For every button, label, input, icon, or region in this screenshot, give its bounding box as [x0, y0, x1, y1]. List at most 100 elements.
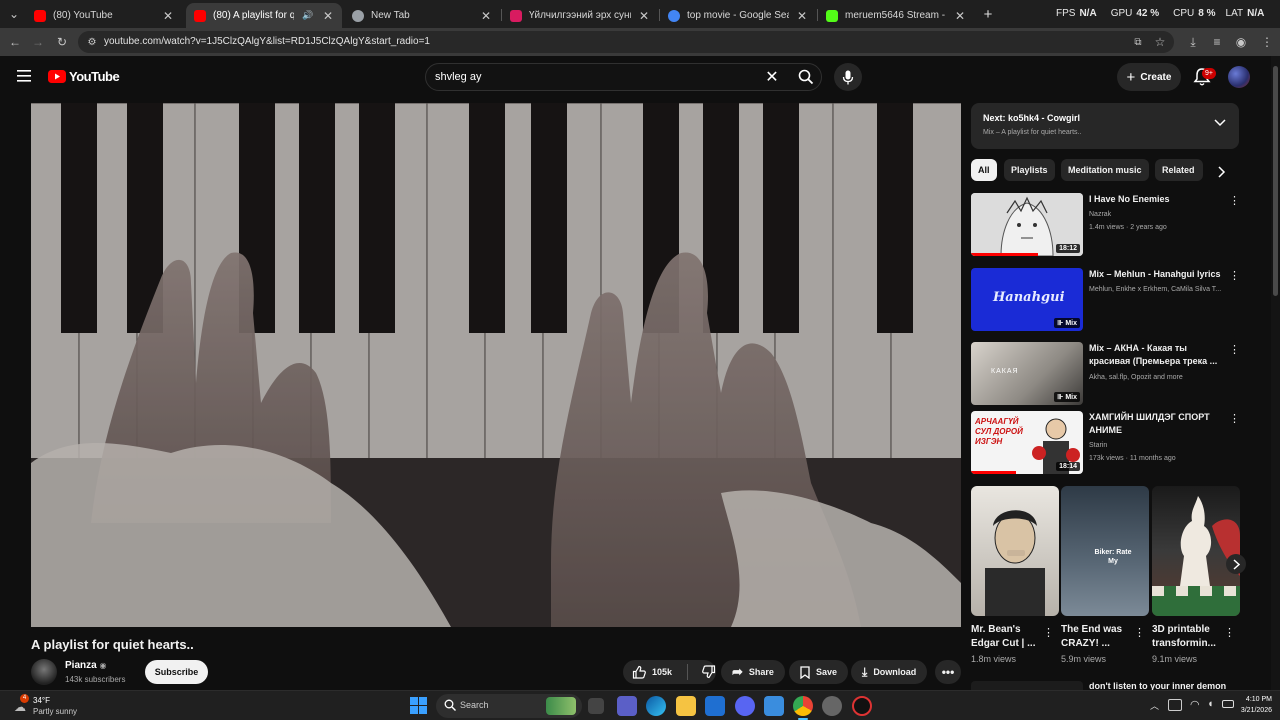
create-button[interactable]: + Create	[1117, 63, 1181, 91]
page-scrollbar[interactable]	[1271, 56, 1280, 690]
notepad-icon[interactable]	[764, 696, 784, 716]
partial-recommendation-thumbnail[interactable]	[971, 681, 1083, 690]
download-button[interactable]: ⤓ Download	[851, 660, 928, 684]
task-view-icon[interactable]	[588, 698, 604, 714]
subscribe-button[interactable]: Subscribe	[145, 660, 208, 684]
recommendation-item[interactable]: 18:12 I Have No Enemies Nazrak 1.4m view…	[971, 193, 1240, 258]
file-explorer-icon[interactable]	[676, 696, 696, 716]
more-vertical-icon[interactable]: ⋮	[1229, 196, 1240, 207]
tab-close-icon[interactable]: ✕	[480, 9, 492, 23]
search-input[interactable]: shvleg ay	[435, 71, 481, 83]
more-vertical-icon[interactable]: ⋮	[1229, 414, 1240, 425]
tab-search-icon[interactable]: ⌄	[6, 6, 22, 22]
more-vertical-icon[interactable]: ⋮	[1224, 626, 1235, 639]
shorts-next-arrow-button[interactable]	[1226, 554, 1246, 574]
video-thumbnail[interactable]: КАКАЯ ⊪ Mix	[971, 342, 1083, 405]
microsoft-store-icon[interactable]	[705, 696, 725, 716]
weather-widget[interactable]: 4 ☁ 34°F Partly sunny	[8, 694, 98, 718]
short-title[interactable]: The End was CRAZY! ...	[1061, 623, 1135, 651]
voice-search-button[interactable]	[834, 63, 862, 91]
youtube-logo[interactable]: YouTube	[48, 69, 120, 84]
browser-tab-google[interactable]: top movie - Google Search ✕	[660, 3, 816, 28]
downloads-icon[interactable]: ⤓	[1185, 34, 1201, 50]
start-button[interactable]	[410, 697, 428, 715]
scrollbar-thumb[interactable]	[1273, 66, 1278, 296]
wifi-icon[interactable]: ◠	[1190, 698, 1200, 711]
volume-icon[interactable]: ◖	[1207, 698, 1214, 710]
gpu-value: 42 %	[1136, 8, 1160, 19]
expand-chevron-icon[interactable]	[1214, 119, 1226, 127]
speaker-icon[interactable]: 🔊	[301, 10, 315, 21]
account-avatar[interactable]	[1228, 66, 1250, 88]
like-button[interactable]: 105k	[623, 665, 681, 679]
video-thumbnail[interactable]: АРЧААГҮЙ СУЛ ДОРОЙ ИЗГЭН 18:14	[971, 411, 1083, 474]
clear-search-icon[interactable]: ✕	[762, 68, 782, 88]
teams-icon[interactable]	[617, 696, 637, 716]
address-bar[interactable]: ⚙ youtube.com/watch?v=1J5ClzQAlgY&list=R…	[78, 31, 1174, 53]
tab-close-icon[interactable]: ✕	[954, 9, 966, 23]
forward-icon[interactable]: →	[30, 34, 46, 50]
settings-icon[interactable]	[822, 696, 842, 716]
browser-tab-playlist[interactable]: (80) A playlist for quiet hea 🔊 ✕	[186, 3, 342, 28]
chip-related[interactable]: Related	[1155, 159, 1203, 181]
reading-list-icon[interactable]: ≡	[1209, 34, 1225, 50]
site-info-icon[interactable]: ⚙	[84, 34, 100, 50]
taskbar-search-box[interactable]: Search	[436, 694, 582, 718]
bookmark-star-icon[interactable]: ☆	[1152, 34, 1168, 50]
dislike-button[interactable]	[694, 665, 716, 679]
video-player[interactable]	[31, 103, 961, 627]
tray-app-icon[interactable]	[1168, 699, 1182, 711]
chip-meditation-music[interactable]: Meditation music	[1061, 159, 1149, 181]
extension-icon[interactable]: ◉	[1233, 34, 1249, 50]
playlist-next-card[interactable]: Next: ko5hk4 - Cowgirl Mix – A playlist …	[971, 103, 1239, 149]
notification-count-badge: 9+	[1202, 68, 1216, 79]
app-icon[interactable]	[852, 696, 872, 716]
battery-icon[interactable]	[1222, 700, 1234, 708]
browser-tab-newtab[interactable]: New Tab ✕	[344, 3, 500, 28]
short-thumbnail[interactable]: Biker: Rate My	[1061, 486, 1149, 616]
discord-icon[interactable]	[735, 696, 755, 716]
more-vertical-icon[interactable]: ⋮	[1229, 271, 1240, 282]
tab-close-icon[interactable]: ✕	[162, 9, 174, 23]
save-button[interactable]: Save	[789, 660, 849, 684]
more-vertical-icon[interactable]: ⋮	[1043, 626, 1054, 639]
chip-all[interactable]: All	[971, 159, 997, 181]
tab-close-icon[interactable]: ✕	[796, 9, 808, 23]
edge-icon[interactable]	[646, 696, 666, 716]
recommendation-item[interactable]: АРЧААГҮЙ СУЛ ДОРОЙ ИЗГЭН 18:14 ХАМГИЙН Ш…	[971, 411, 1240, 476]
more-vertical-icon[interactable]: ⋮	[1134, 626, 1145, 639]
channel-avatar[interactable]	[31, 659, 57, 685]
reload-icon[interactable]: ↻	[54, 34, 70, 50]
search-box[interactable]: shvleg ay ✕	[425, 63, 822, 91]
partial-recommendation-title[interactable]: don't listen to your inner demon	[1089, 681, 1239, 690]
search-button[interactable]	[790, 64, 822, 90]
url-text[interactable]: youtube.com/watch?v=1J5ClzQAlgY&list=RD1…	[104, 36, 430, 47]
chrome-icon[interactable]	[793, 696, 813, 716]
more-actions-button[interactable]: •••	[935, 660, 961, 684]
video-thumbnail[interactable]: 18:12	[971, 193, 1083, 256]
channel-name[interactable]: Pianza ◉	[65, 660, 106, 671]
new-tab-button[interactable]: +	[980, 6, 996, 23]
system-tray-chevron-icon[interactable]: ︿	[1150, 699, 1159, 712]
back-icon[interactable]: ←	[7, 34, 23, 50]
browser-tab-kick[interactable]: meruem5646 Stream - Watch L ✕	[818, 3, 974, 28]
short-thumbnail[interactable]	[1152, 486, 1240, 616]
clock[interactable]: 4:10 PM 3/21/2026	[1238, 694, 1272, 716]
chips-next-arrow-icon[interactable]	[1218, 166, 1226, 178]
tab-close-icon[interactable]: ✕	[638, 9, 650, 23]
menu-dots-icon[interactable]: ⋮	[1259, 34, 1275, 50]
short-title[interactable]: 3D printable transformin...	[1152, 623, 1226, 651]
install-app-icon[interactable]: ⧉	[1130, 34, 1146, 50]
share-button[interactable]: ➦ Share	[721, 660, 785, 684]
recommendation-item[interactable]: КАКАЯ ⊪ Mix Mix – АКНА - Какая ты красив…	[971, 342, 1240, 407]
browser-tab-youtube[interactable]: (80) YouTube ✕	[26, 3, 182, 28]
short-thumbnail[interactable]	[971, 486, 1059, 616]
hamburger-menu-icon[interactable]	[17, 70, 31, 82]
browser-tab-tip[interactable]: Үйлчилгээний эрх сунгах | Tip ✕	[502, 3, 658, 28]
video-thumbnail[interactable]: Hanahgui ⊪ Mix	[971, 268, 1083, 331]
more-vertical-icon[interactable]: ⋮	[1229, 345, 1240, 356]
tab-close-icon[interactable]: ✕	[322, 9, 334, 23]
chip-playlists[interactable]: Playlists	[1004, 159, 1055, 181]
recommendation-item[interactable]: Hanahgui ⊪ Mix Mix – Mehlun - Hanahgui l…	[971, 268, 1240, 333]
short-title[interactable]: Mr. Bean's Edgar Cut | ...	[971, 623, 1045, 651]
